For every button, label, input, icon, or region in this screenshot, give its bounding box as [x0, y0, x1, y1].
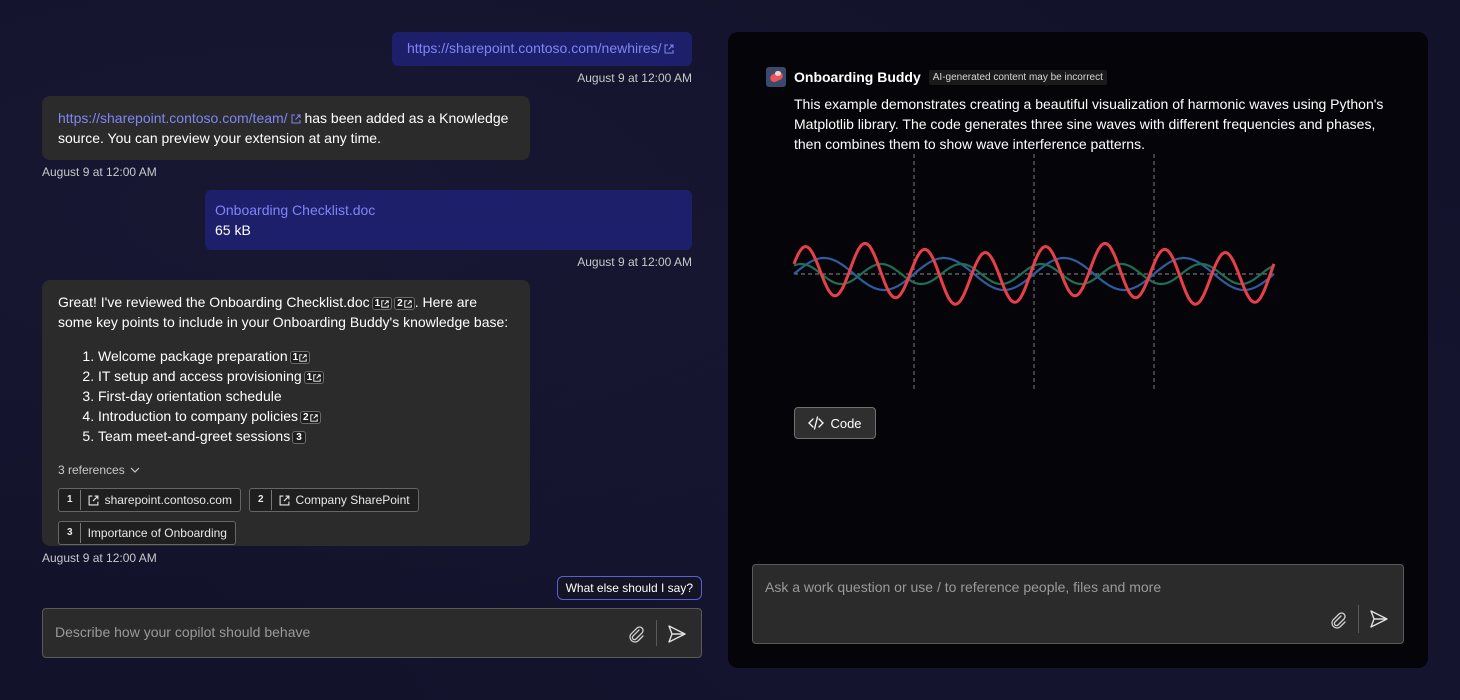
behavior-input[interactable]: Describe how your copilot should behave [42, 608, 702, 658]
key-points-list: Welcome package preparation1 IT setup an… [98, 346, 514, 446]
citation-1[interactable]: 1 [371, 297, 393, 310]
preview-panel: Onboarding Buddy AI-generated content ma… [728, 32, 1428, 668]
code-button[interactable]: Code [794, 407, 876, 439]
behavior-input-placeholder: Describe how your copilot should behave [55, 624, 311, 640]
external-link-icon [88, 495, 99, 505]
timestamp: August 9 at 12:00 AM [577, 255, 692, 269]
paperclip-icon[interactable] [1329, 611, 1347, 629]
reference-chip-1[interactable]: 1 sharepoint.contoso.com [58, 488, 241, 512]
paperclip-icon[interactable] [627, 625, 645, 643]
sharepoint-newhires-link[interactable]: https://sharepoint.contoso.com/newhires/ [407, 40, 661, 56]
list-item: Introduction to company policies2 [98, 406, 514, 426]
list-item: IT setup and access provisioning1 [98, 366, 514, 386]
send-icon[interactable] [1369, 609, 1389, 629]
bot-name: Onboarding Buddy [794, 69, 921, 85]
ai-disclaimer-badge: AI-generated content may be incorrect [928, 69, 1107, 85]
citation-1[interactable]: 1 [303, 371, 325, 384]
chevron-down-icon [130, 467, 140, 473]
bot-avatar [766, 67, 786, 87]
code-icon [808, 416, 825, 430]
external-link-icon [664, 44, 674, 54]
user-message-link: https://sharepoint.contoso.com/newhires/ [392, 32, 692, 66]
external-link-icon [279, 495, 289, 505]
references-list: 1 sharepoint.contoso.com 2 Company Share… [58, 488, 514, 545]
sharepoint-team-link[interactable]: https://sharepoint.contoso.com/team/ [58, 110, 288, 126]
citation-1[interactable]: 1 [289, 351, 311, 364]
suggestion-chip[interactable]: What else should I say? [556, 576, 702, 600]
summary-intro: Great! I've reviewed the Onboarding Chec… [58, 292, 514, 332]
bot-description: This example demonstrates creating a bea… [794, 96, 1384, 152]
reference-chip-2[interactable]: 2 Company SharePoint [248, 488, 419, 512]
file-size: 65 kB [215, 222, 251, 238]
timestamp: August 9 at 12:00 AM [42, 551, 157, 565]
citation-2[interactable]: 2 [300, 411, 321, 424]
user-message-file: Onboarding Checklist.doc 65 kB [205, 190, 692, 250]
file-name-link[interactable]: Onboarding Checklist.doc [215, 202, 682, 218]
list-item: First-day orientation schedule [98, 386, 514, 406]
send-icon[interactable] [667, 624, 687, 644]
external-link-icon [291, 114, 301, 124]
reference-chip-3[interactable]: 3 Importance of Onboarding [58, 521, 236, 545]
external-link-icon [381, 299, 389, 308]
list-item: Welcome package preparation1 [98, 346, 514, 366]
bot-header: Onboarding Buddy AI-generated content ma… [766, 67, 1107, 87]
external-link-icon [299, 353, 307, 362]
bot-message-summary: Great! I've reviewed the Onboarding Chec… [42, 280, 530, 546]
references-toggle[interactable]: 3 references [58, 460, 514, 480]
external-link-icon [313, 373, 321, 382]
question-input-placeholder: Ask a work question or use / to referenc… [765, 579, 1162, 595]
external-link-icon [309, 413, 318, 422]
input-divider [656, 620, 657, 646]
summary-intro-text: Great! I've reviewed the Onboarding Chec… [58, 294, 370, 310]
list-item: Team meet-and-greet sessions3 [98, 426, 514, 446]
citation-2[interactable]: 2 [394, 297, 415, 310]
bot-message-knowledge: https://sharepoint.contoso.com/team/ has… [42, 96, 530, 160]
external-link-icon [404, 299, 412, 308]
timestamp: August 9 at 12:00 AM [42, 165, 157, 179]
citation-3[interactable]: 3 [292, 431, 306, 444]
harmonic-wave-chart [792, 154, 1276, 390]
timestamp: August 9 at 12:00 AM [577, 71, 692, 85]
question-input[interactable]: Ask a work question or use / to referenc… [752, 564, 1404, 644]
input-divider [1358, 605, 1359, 633]
